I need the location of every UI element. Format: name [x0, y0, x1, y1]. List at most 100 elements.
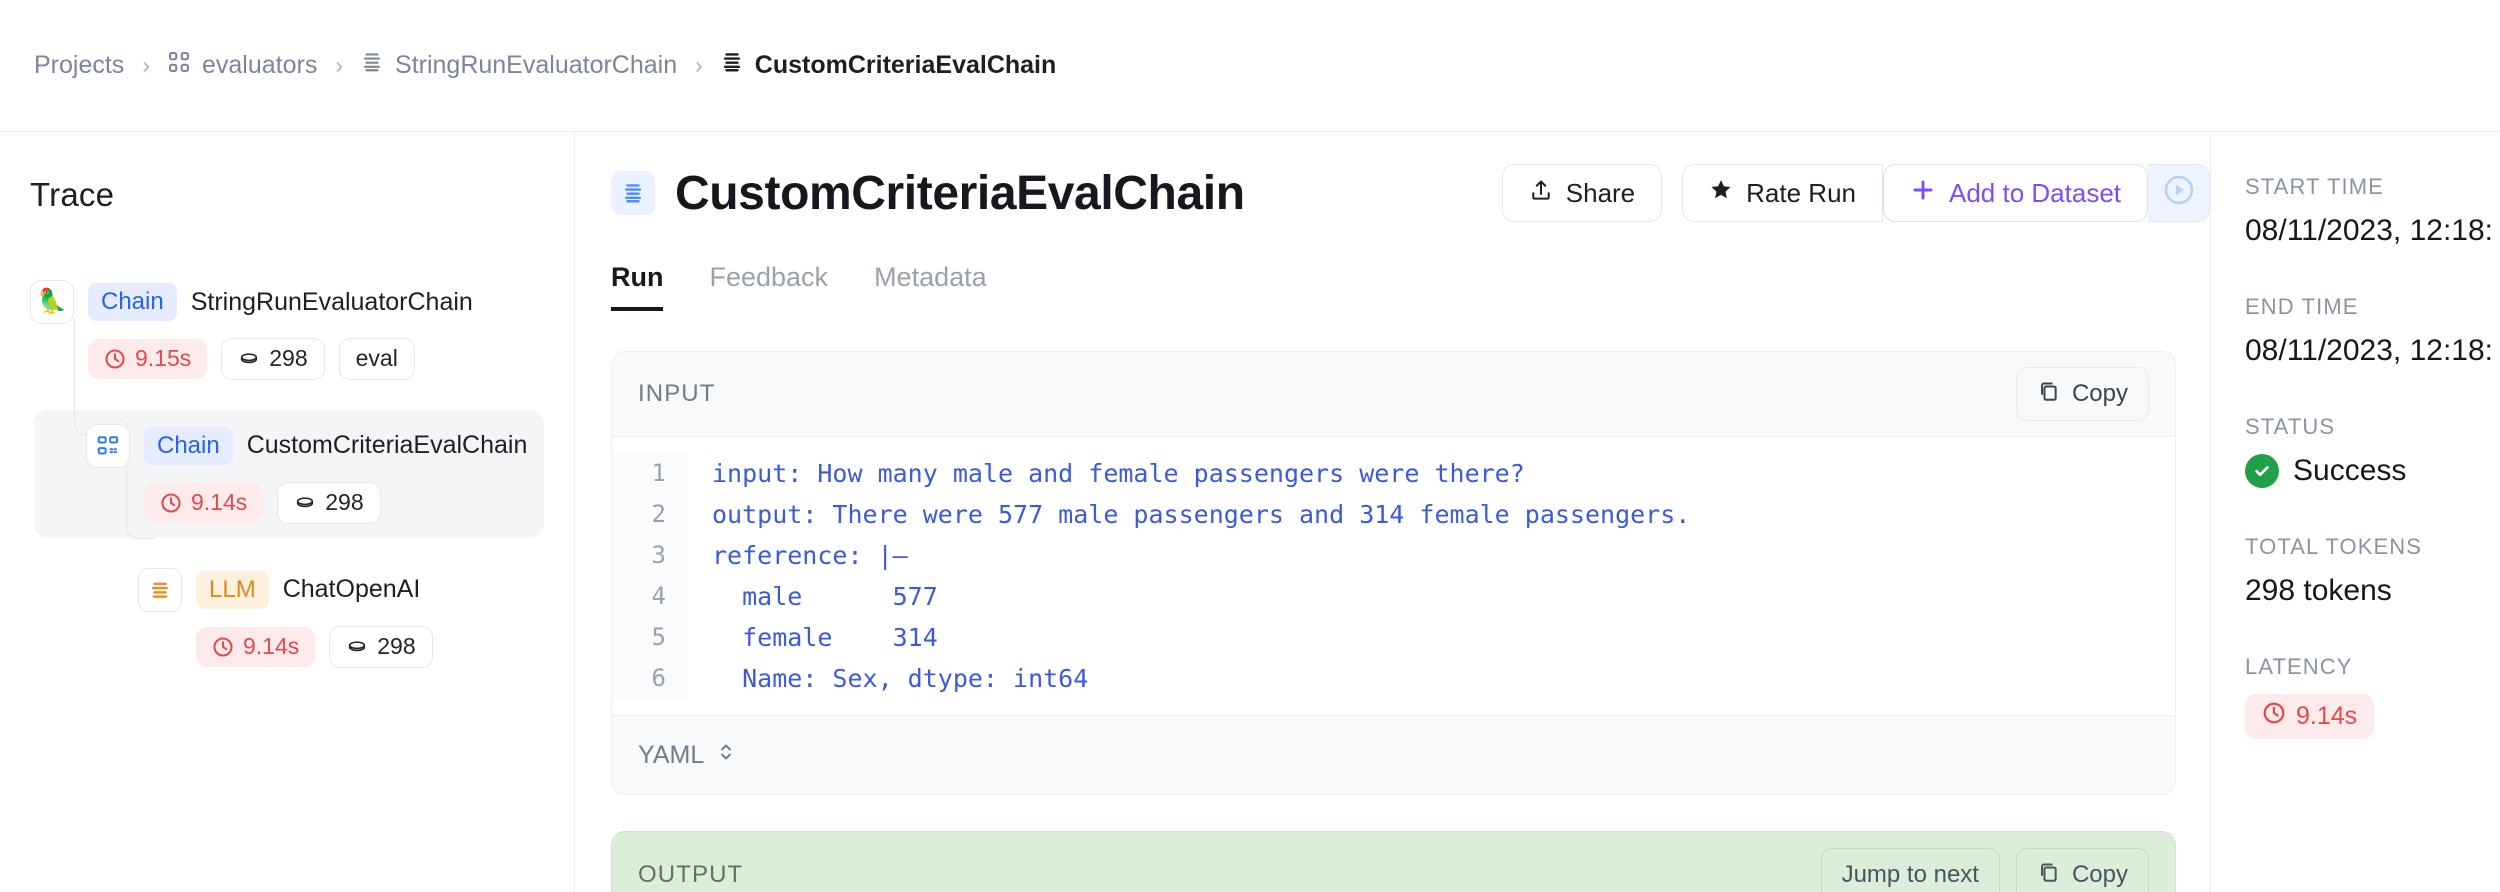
meta-latency: LATENCY 9.14s [2245, 654, 2500, 739]
node-latency-value: 9.14s [243, 632, 300, 659]
line-number: 6 [612, 658, 688, 699]
main-content: CustomCriteriaEvalChain Share Rate Run A… [575, 132, 2500, 892]
clock-icon [2262, 701, 2286, 732]
meta-status: STATUS Success [2245, 414, 2500, 488]
copy-icon [2037, 860, 2061, 891]
node-type-badge: LLM [196, 570, 269, 609]
trace-node-chatopenai[interactable]: LLM ChatOpenAI 9.14s 298 [34, 554, 544, 682]
meta-label: TOTAL TOKENS [2245, 534, 2423, 559]
play-run-button[interactable] [2148, 164, 2210, 222]
node-tokens-value: 298 [377, 632, 416, 659]
breadcrumb-item-current[interactable]: CustomCriteriaEvalChain [721, 51, 1056, 80]
tab-feedback[interactable]: Feedback [709, 262, 828, 311]
meta-value: Success [2293, 454, 2407, 487]
node-type-badge: Chain [144, 426, 233, 465]
meta-label: STATUS [2245, 414, 2336, 439]
breadcrumb-label: CustomCriteriaEvalChain [754, 51, 1057, 79]
jump-to-next-label: Jump to next [1841, 861, 1979, 888]
trace-sidebar: Trace 🦜 Chain StringRunEvaluatorChain 9.… [0, 132, 575, 892]
run-header-actions: Share Rate Run Add to Dataset [1501, 164, 2210, 222]
star-icon [1709, 178, 1733, 209]
trace-tree: 🦜 Chain StringRunEvaluatorChain 9.15s 29… [0, 266, 574, 682]
meta-value: 08/11/2023, 12:18: [2245, 214, 2493, 247]
node-tokens-pill: 298 [221, 338, 325, 380]
breadcrumb-label: evaluators [201, 51, 318, 79]
tab-metadata[interactable]: Metadata [874, 262, 987, 311]
chain-icon [611, 171, 655, 215]
code-line: 3 reference: |– [612, 535, 2175, 576]
node-tokens-value: 298 [269, 345, 308, 371]
meta-label: START TIME [2245, 174, 2384, 199]
input-copy-button[interactable]: Copy [2015, 367, 2149, 421]
breadcrumb-label: Projects [34, 51, 125, 79]
node-latency-pill: 9.14s [196, 626, 316, 667]
share-label: Share [1565, 177, 1636, 208]
add-to-dataset-button[interactable]: Add to Dataset [1883, 164, 2148, 222]
line-text: output: There were 577 male passengers a… [712, 500, 1691, 529]
input-panel-label: INPUT [638, 380, 716, 407]
sitemap-icon [86, 423, 130, 468]
run-tabs: Run Feedback Metadata [611, 262, 2210, 311]
clock-icon [212, 636, 234, 658]
meta-value: 298 tokens [2245, 574, 2392, 607]
token-icon [346, 636, 368, 658]
meta-latency-value: 9.14s [2296, 702, 2358, 730]
plus-icon [1910, 177, 1936, 210]
input-copy-label: Copy [2071, 380, 2128, 407]
page-title-wrap: CustomCriteriaEvalChain [611, 166, 1502, 221]
output-copy-button[interactable]: Copy [2015, 848, 2149, 892]
breadcrumb-item-evaluators[interactable]: evaluators [168, 51, 317, 80]
share-button[interactable]: Share [1501, 164, 1663, 222]
breadcrumb: Projects › evaluators › StringRunEvaluat… [0, 0, 2500, 132]
breadcrumb-item-stringrunevaluatorchain[interactable]: StringRunEvaluatorChain [361, 51, 677, 80]
breadcrumb-label: StringRunEvaluatorChain [395, 51, 678, 79]
line-text: male 577 [712, 582, 938, 611]
line-number: 3 [612, 535, 688, 576]
meta-label: LATENCY [2245, 654, 2353, 679]
code-line: 2 output: There were 577 male passengers… [612, 494, 2175, 535]
rate-dataset-button-group: Rate Run Add to Dataset [1682, 164, 2210, 222]
trace-node-stringrunevaluatorchain[interactable]: 🦜 Chain StringRunEvaluatorChain 9.15s 29… [30, 266, 544, 394]
jump-to-next-button[interactable]: Jump to next [1820, 848, 2000, 892]
upload-icon [1529, 178, 1553, 209]
node-name: CustomCriteriaEvalChain [246, 431, 528, 460]
code-line: 6 Name: Sex, dtype: int64 [612, 658, 2175, 699]
trace-panel-title: Trace [30, 176, 115, 213]
input-code-block[interactable]: 1 input: How many male and female passen… [612, 436, 2175, 716]
chain-icon [721, 51, 743, 80]
line-text: reference: |– [712, 541, 908, 570]
node-tokens-value: 298 [325, 488, 364, 515]
tab-run[interactable]: Run [611, 262, 664, 311]
format-label: YAML [638, 740, 705, 769]
page-title: CustomCriteriaEvalChain [675, 166, 1245, 220]
input-panel-header: INPUT Copy [612, 352, 2175, 436]
line-number: 2 [612, 494, 688, 535]
node-name: StringRunEvaluatorChain [190, 287, 473, 316]
meta-total-tokens: TOTAL TOKENS 298 tokens [2245, 534, 2500, 608]
line-text: Name: Sex, dtype: int64 [712, 664, 1089, 693]
code-line: 4 male 577 [612, 576, 2175, 617]
node-latency-pill: 9.14s [144, 482, 264, 523]
code-line: 1 input: How many male and female passen… [612, 453, 2175, 494]
breadcrumb-item-projects[interactable]: Projects [34, 51, 124, 80]
check-circle-icon [2245, 454, 2279, 488]
breadcrumb-separator: › [142, 52, 150, 78]
line-number: 5 [612, 617, 688, 658]
meta-end-time: END TIME 08/11/2023, 12:18: [2245, 294, 2500, 368]
line-number: 1 [612, 453, 688, 494]
output-panel-actions: Jump to next Copy [1820, 848, 2149, 892]
node-latency-value: 9.14s [191, 488, 248, 515]
token-icon [294, 492, 316, 514]
line-text: female 314 [712, 623, 938, 652]
rate-run-button[interactable]: Rate Run [1682, 164, 1883, 222]
trace-node-customcriteriaevalchain[interactable]: Chain CustomCriteriaEvalChain 9.14s 298 [34, 409, 544, 538]
node-type-badge: Chain [88, 283, 177, 321]
meta-start-time: START TIME 08/11/2023, 12:18: [2245, 174, 2500, 248]
parrot-icon: 🦜 [30, 280, 74, 324]
output-panel: OUTPUT Jump to next Copy [611, 831, 2176, 892]
format-select[interactable]: YAML [638, 739, 736, 772]
node-tokens-pill: 298 [329, 625, 433, 668]
breadcrumb-separator: › [335, 52, 344, 78]
code-line: 5 female 314 [612, 617, 2175, 658]
output-copy-label: Copy [2071, 861, 2128, 888]
